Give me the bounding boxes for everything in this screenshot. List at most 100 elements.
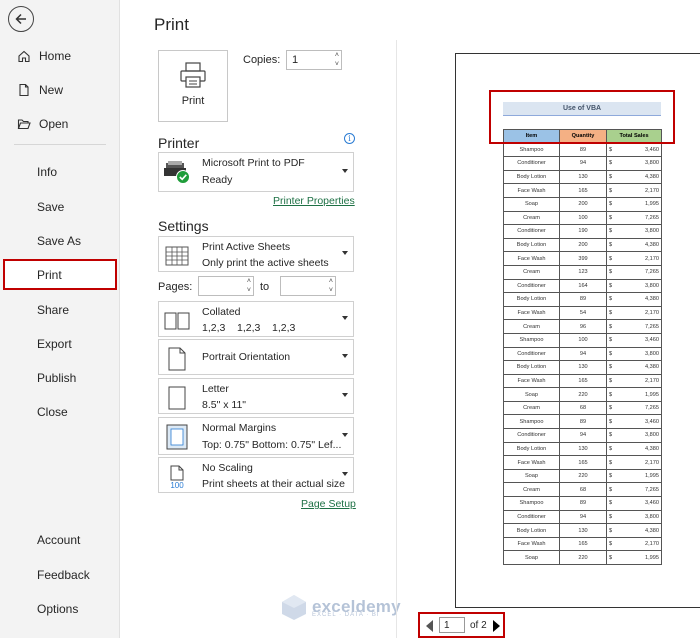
collation-dropdown[interactable]: Collated 1,2,3 1,2,3 1,2,3 xyxy=(158,301,354,337)
table-row: Cream 68 $7,265 xyxy=(503,400,662,416)
nav-print[interactable]: Print xyxy=(3,259,117,290)
spin-arrows-icon[interactable]: ˄ ˅ xyxy=(335,51,339,69)
cell-item: Shampoo xyxy=(503,142,560,158)
cell-item: Conditioner xyxy=(503,346,560,362)
nav-share-label: Share xyxy=(37,303,70,317)
table-row: Face Wash 165 $2,170 xyxy=(503,536,662,552)
nav-publish-label: Publish xyxy=(37,371,77,385)
paper-size-dropdown[interactable]: Letter 8.5" x 11" xyxy=(158,378,354,414)
currency-symbol: $ xyxy=(609,405,613,412)
currency-symbol: $ xyxy=(609,214,613,221)
next-page-icon[interactable] xyxy=(493,620,500,632)
info-icon[interactable]: i xyxy=(344,133,355,144)
printer-properties-link[interactable]: Printer Properties xyxy=(273,195,355,207)
cell-quantity: 165 xyxy=(559,455,607,470)
table-row: Cream 100 $7,265 xyxy=(503,210,662,226)
cell-item: Conditioner xyxy=(503,224,560,239)
cell-quantity: 130 xyxy=(559,523,607,538)
currency-symbol: $ xyxy=(609,473,613,480)
cell-item: Soap xyxy=(503,468,560,484)
cell-total-sales: $1,995 xyxy=(606,196,662,212)
amount: 4,380 xyxy=(645,445,659,452)
cell-total-sales: $3,460 xyxy=(606,332,662,348)
collated-icon xyxy=(163,307,191,335)
previous-page-icon[interactable] xyxy=(426,620,433,632)
spin-arrows-icon[interactable]: ˄ ˅ xyxy=(329,277,333,295)
cell-total-sales: $1,995 xyxy=(606,468,662,484)
orientation-dropdown[interactable]: Portrait Orientation xyxy=(158,339,354,375)
nav-save-as[interactable]: Save As xyxy=(0,226,120,256)
cell-total-sales: $1,995 xyxy=(606,550,662,565)
cell-quantity: 123 xyxy=(559,264,607,280)
cell-quantity: 89 xyxy=(559,292,607,307)
cell-quantity: 100 xyxy=(559,332,607,348)
cell-quantity: 94 xyxy=(559,509,607,525)
printer-dropdown[interactable]: Microsoft Print to PDF Ready xyxy=(158,152,354,192)
dropdown-arrow-icon xyxy=(342,472,348,476)
table-row: Face Wash 165 $2,170 xyxy=(503,183,662,198)
scaling-dropdown[interactable]: 100 No Scaling Print sheets at their act… xyxy=(158,457,354,493)
amount: 7,265 xyxy=(645,214,659,221)
cell-quantity: 130 xyxy=(559,441,607,457)
nav-home[interactable]: Home xyxy=(0,41,120,71)
page-setup-link[interactable]: Page Setup xyxy=(301,498,356,510)
cell-quantity: 164 xyxy=(559,278,607,294)
nav-publish[interactable]: Publish xyxy=(0,363,120,393)
preview-divider xyxy=(396,40,397,638)
portrait-page-icon xyxy=(163,345,191,373)
currency-symbol: $ xyxy=(609,527,613,534)
currency-symbol: $ xyxy=(609,350,613,357)
nav-account[interactable]: Account xyxy=(0,525,120,555)
amount: 3,800 xyxy=(645,160,659,167)
currency-symbol: $ xyxy=(609,160,613,167)
pages-to-input[interactable]: ˄ ˅ xyxy=(280,276,336,296)
nav-save[interactable]: Save xyxy=(0,192,120,222)
print-button[interactable]: Print xyxy=(158,50,228,122)
nav-export[interactable]: Export xyxy=(0,329,120,359)
preview-table: Item Quantity Total Sales Shampoo 89 $3,46… xyxy=(503,129,662,565)
nav-open[interactable]: Open xyxy=(0,109,120,139)
table-row: Face Wash 165 $2,170 xyxy=(503,455,662,470)
nav-new[interactable]: New xyxy=(0,75,120,105)
cell-item: Body Lotion xyxy=(503,292,560,307)
cell-item: Conditioner xyxy=(503,278,560,294)
nav-feedback[interactable]: Feedback xyxy=(0,560,120,590)
amount: 4,380 xyxy=(645,527,659,534)
cell-quantity: 200 xyxy=(559,237,607,253)
copies-label: Copies: xyxy=(243,54,281,66)
currency-symbol: $ xyxy=(609,201,613,208)
currency-symbol: $ xyxy=(609,432,613,439)
cell-total-sales: $3,460 xyxy=(606,496,662,511)
current-page-input[interactable]: 1 xyxy=(439,617,465,633)
nav-close[interactable]: Close xyxy=(0,397,120,427)
currency-symbol: $ xyxy=(609,391,613,398)
settings-heading: Settings xyxy=(158,218,209,234)
pages-label: Pages: xyxy=(158,281,193,293)
copies-stepper[interactable]: 1 ˄ ˅ xyxy=(286,50,342,70)
cell-total-sales: $7,265 xyxy=(606,482,662,498)
cell-quantity: 130 xyxy=(559,169,607,185)
cell-item: Soap xyxy=(503,550,560,565)
amount: 7,265 xyxy=(645,323,659,330)
table-row: Body Lotion 130 $4,380 xyxy=(503,360,662,375)
home-icon xyxy=(16,48,32,64)
cell-quantity: 94 xyxy=(559,156,607,171)
nav-info[interactable]: Info xyxy=(0,157,120,187)
print-button-label: Print xyxy=(181,95,205,107)
spin-arrows-icon[interactable]: ˄ ˅ xyxy=(247,277,251,295)
back-arrow-icon[interactable] xyxy=(8,6,34,32)
pages-from-input[interactable]: ˄ ˅ xyxy=(198,276,254,296)
nav-divider xyxy=(14,144,106,145)
nav-options[interactable]: Options xyxy=(0,594,120,624)
cell-item: Body Lotion xyxy=(503,360,560,375)
table-row: Conditioner 94 $3,800 xyxy=(503,428,662,443)
printer-status: Ready xyxy=(202,174,233,186)
currency-symbol: $ xyxy=(609,228,613,235)
cell-quantity: 200 xyxy=(559,196,607,212)
nav-feedback-label: Feedback xyxy=(37,568,90,582)
amount: 4,380 xyxy=(645,174,659,181)
nav-share[interactable]: Share xyxy=(0,295,120,325)
cell-total-sales: $3,800 xyxy=(606,278,662,294)
print-scope-dropdown[interactable]: Print Active Sheets Only print the activ… xyxy=(158,236,354,272)
margins-dropdown[interactable]: Normal Margins Top: 0.75" Bottom: 0.75" … xyxy=(158,417,354,455)
